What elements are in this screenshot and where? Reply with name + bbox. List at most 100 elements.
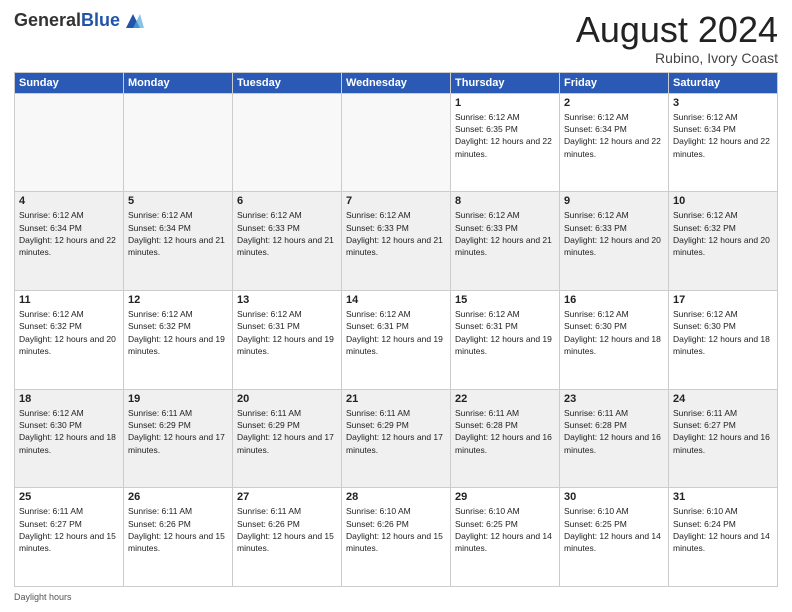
day-number: 15 [455, 294, 555, 306]
day-info: Sunrise: 6:12 AMSunset: 6:32 PMDaylight:… [128, 308, 228, 357]
day-number: 5 [128, 195, 228, 207]
day-info: Sunrise: 6:10 AMSunset: 6:24 PMDaylight:… [673, 505, 773, 554]
day-info: Sunrise: 6:11 AMSunset: 6:27 PMDaylight:… [673, 407, 773, 456]
calendar-cell [342, 93, 451, 192]
calendar-cell: 23 Sunrise: 6:11 AMSunset: 6:28 PMDayligh… [560, 389, 669, 488]
month-title: August 2024 [576, 10, 778, 50]
calendar-cell: 14Sunrise: 6:12 AMSunset: 6:31 PMDayligh… [342, 290, 451, 389]
calendar-cell: 28 Sunrise: 6:10 AMSunset: 6:26 PMDayligh… [342, 488, 451, 587]
day-info: Sunrise: 6:12 AMSunset: 6:33 PMDaylight:… [237, 209, 337, 258]
daylight-label: Daylight hours [14, 592, 72, 602]
title-block: August 2024 Rubino, Ivory Coast [576, 10, 778, 66]
day-info: Sunrise: 6:10 AMSunset: 6:26 PMDaylight:… [346, 505, 446, 554]
day-info: Sunrise: 6:12 AMSunset: 6:31 PMDaylight:… [455, 308, 555, 357]
day-number: 16 [564, 294, 664, 306]
day-info: Sunrise: 6:12 AMSunset: 6:30 PMDaylight:… [19, 407, 119, 456]
weekday-header-friday: Friday [560, 72, 669, 93]
calendar-week-row: 11 Sunrise: 6:12 AMSunset: 6:32 PMDayligh… [15, 290, 778, 389]
day-number: 31 [673, 491, 773, 503]
day-number: 1 [455, 97, 555, 109]
day-info: Sunrise: 6:12 AMSunset: 6:33 PMDaylight:… [346, 209, 446, 258]
calendar-cell: 26 Sunrise: 6:11 AMSunset: 6:26 PMDayligh… [124, 488, 233, 587]
day-info: Sunrise: 6:12 AMSunset: 6:31 PMDaylight:… [237, 308, 337, 357]
calendar-cell: 24 Sunrise: 6:11 AMSunset: 6:27 PMDayligh… [669, 389, 778, 488]
day-number: 10 [673, 195, 773, 207]
day-info: Sunrise: 6:11 AMSunset: 6:28 PMDaylight:… [564, 407, 664, 456]
calendar-week-row: 18 Sunrise: 6:12 AMSunset: 6:30 PMDayligh… [15, 389, 778, 488]
calendar-week-row: 1 Sunrise: 6:12 AMSunset: 6:35 PMDaylight… [15, 93, 778, 192]
calendar-cell: 16 Sunrise: 6:12 AMSunset: 6:30 PMDayligh… [560, 290, 669, 389]
day-info: Sunrise: 6:12 AMSunset: 6:34 PMDaylight:… [19, 209, 119, 258]
day-info: Sunrise: 6:12 AMSunset: 6:34 PMDaylight:… [564, 111, 664, 160]
day-number: 24 [673, 393, 773, 405]
calendar-cell: 18 Sunrise: 6:12 AMSunset: 6:30 PMDayligh… [15, 389, 124, 488]
day-info: Sunrise: 6:11 AMSunset: 6:27 PMDaylight:… [19, 505, 119, 554]
day-info: Sunrise: 6:11 AMSunset: 6:29 PMDaylight:… [237, 407, 337, 456]
calendar-cell: 11Sunrise: 6:12 AMSunset: 6:32 PMDayligh… [15, 290, 124, 389]
calendar-cell: 27Sunrise: 6:11 AMSunset: 6:26 PMDayligh… [233, 488, 342, 587]
calendar-cell [124, 93, 233, 192]
calendar-week-row: 4 Sunrise: 6:12 AMSunset: 6:34 PMDaylight… [15, 192, 778, 291]
calendar-cell [233, 93, 342, 192]
day-number: 28 [346, 491, 446, 503]
calendar-cell: 10Sunrise: 6:12 AMSunset: 6:32 PMDayligh… [669, 192, 778, 291]
day-info: Sunrise: 6:10 AMSunset: 6:25 PMDaylight:… [455, 505, 555, 554]
weekday-header-monday: Monday [124, 72, 233, 93]
weekday-header-saturday: Saturday [669, 72, 778, 93]
day-info: Sunrise: 6:12 AMSunset: 6:34 PMDaylight:… [128, 209, 228, 258]
day-info: Sunrise: 6:11 AMSunset: 6:26 PMDaylight:… [128, 505, 228, 554]
page: GeneralBlue August 2024 Rubino, Ivory Co… [0, 0, 792, 612]
day-info: Sunrise: 6:12 AMSunset: 6:30 PMDaylight:… [673, 308, 773, 357]
calendar-cell: 3Sunrise: 6:12 AMSunset: 6:34 PMDaylight… [669, 93, 778, 192]
footer: Daylight hours [14, 592, 778, 602]
calendar-cell: 30 Sunrise: 6:10 AMSunset: 6:25 PMDayligh… [560, 488, 669, 587]
day-number: 19 [128, 393, 228, 405]
calendar-cell: 15 Sunrise: 6:12 AMSunset: 6:31 PMDayligh… [451, 290, 560, 389]
calendar-cell: 17Sunrise: 6:12 AMSunset: 6:30 PMDayligh… [669, 290, 778, 389]
day-number: 29 [455, 491, 555, 503]
calendar-cell: 21Sunrise: 6:11 AMSunset: 6:29 PMDayligh… [342, 389, 451, 488]
day-info: Sunrise: 6:11 AMSunset: 6:26 PMDaylight:… [237, 505, 337, 554]
calendar-week-row: 25 Sunrise: 6:11 AMSunset: 6:27 PMDayligh… [15, 488, 778, 587]
day-info: Sunrise: 6:10 AMSunset: 6:25 PMDaylight:… [564, 505, 664, 554]
calendar-cell: 8Sunrise: 6:12 AMSunset: 6:33 PMDaylight… [451, 192, 560, 291]
calendar-cell: 7 Sunrise: 6:12 AMSunset: 6:33 PMDaylight… [342, 192, 451, 291]
day-number: 9 [564, 195, 664, 207]
calendar-cell: 12Sunrise: 6:12 AMSunset: 6:32 PMDayligh… [124, 290, 233, 389]
calendar-cell: 13Sunrise: 6:12 AMSunset: 6:31 PMDayligh… [233, 290, 342, 389]
calendar-table: SundayMondayTuesdayWednesdayThursdayFrid… [14, 72, 778, 587]
calendar-cell: 20 Sunrise: 6:11 AMSunset: 6:29 PMDayligh… [233, 389, 342, 488]
day-number: 18 [19, 393, 119, 405]
header: GeneralBlue August 2024 Rubino, Ivory Co… [14, 10, 778, 66]
day-number: 4 [19, 195, 119, 207]
day-number: 20 [237, 393, 337, 405]
day-number: 30 [564, 491, 664, 503]
calendar-cell: 6 Sunrise: 6:12 AMSunset: 6:33 PMDaylight… [233, 192, 342, 291]
calendar-cell: 31 Sunrise: 6:10 AMSunset: 6:24 PMDayligh… [669, 488, 778, 587]
weekday-header-sunday: Sunday [15, 72, 124, 93]
calendar-cell: 29 Sunrise: 6:10 AMSunset: 6:25 PMDayligh… [451, 488, 560, 587]
day-number: 14 [346, 294, 446, 306]
logo-blue-text: Blue [81, 10, 120, 30]
day-number: 7 [346, 195, 446, 207]
day-number: 25 [19, 491, 119, 503]
logo-general-text: General [14, 10, 81, 30]
day-number: 26 [128, 491, 228, 503]
day-number: 2 [564, 97, 664, 109]
day-info: Sunrise: 6:11 AMSunset: 6:28 PMDaylight:… [455, 407, 555, 456]
day-info: Sunrise: 6:12 AMSunset: 6:35 PMDaylight:… [455, 111, 555, 160]
day-info: Sunrise: 6:12 AMSunset: 6:30 PMDaylight:… [564, 308, 664, 357]
calendar-cell: 25 Sunrise: 6:11 AMSunset: 6:27 PMDayligh… [15, 488, 124, 587]
calendar-cell: 1 Sunrise: 6:12 AMSunset: 6:35 PMDaylight… [451, 93, 560, 192]
calendar-cell: 5 Sunrise: 6:12 AMSunset: 6:34 PMDaylight… [124, 192, 233, 291]
weekday-header-row: SundayMondayTuesdayWednesdayThursdayFrid… [15, 72, 778, 93]
day-number: 6 [237, 195, 337, 207]
day-number: 11 [19, 294, 119, 306]
day-info: Sunrise: 6:12 AMSunset: 6:33 PMDaylight:… [564, 209, 664, 258]
calendar-cell: 22Sunrise: 6:11 AMSunset: 6:28 PMDayligh… [451, 389, 560, 488]
calendar-cell: 4 Sunrise: 6:12 AMSunset: 6:34 PMDaylight… [15, 192, 124, 291]
day-number: 23 [564, 393, 664, 405]
day-info: Sunrise: 6:12 AMSunset: 6:33 PMDaylight:… [455, 209, 555, 258]
day-info: Sunrise: 6:11 AMSunset: 6:29 PMDaylight:… [346, 407, 446, 456]
location: Rubino, Ivory Coast [576, 50, 778, 66]
